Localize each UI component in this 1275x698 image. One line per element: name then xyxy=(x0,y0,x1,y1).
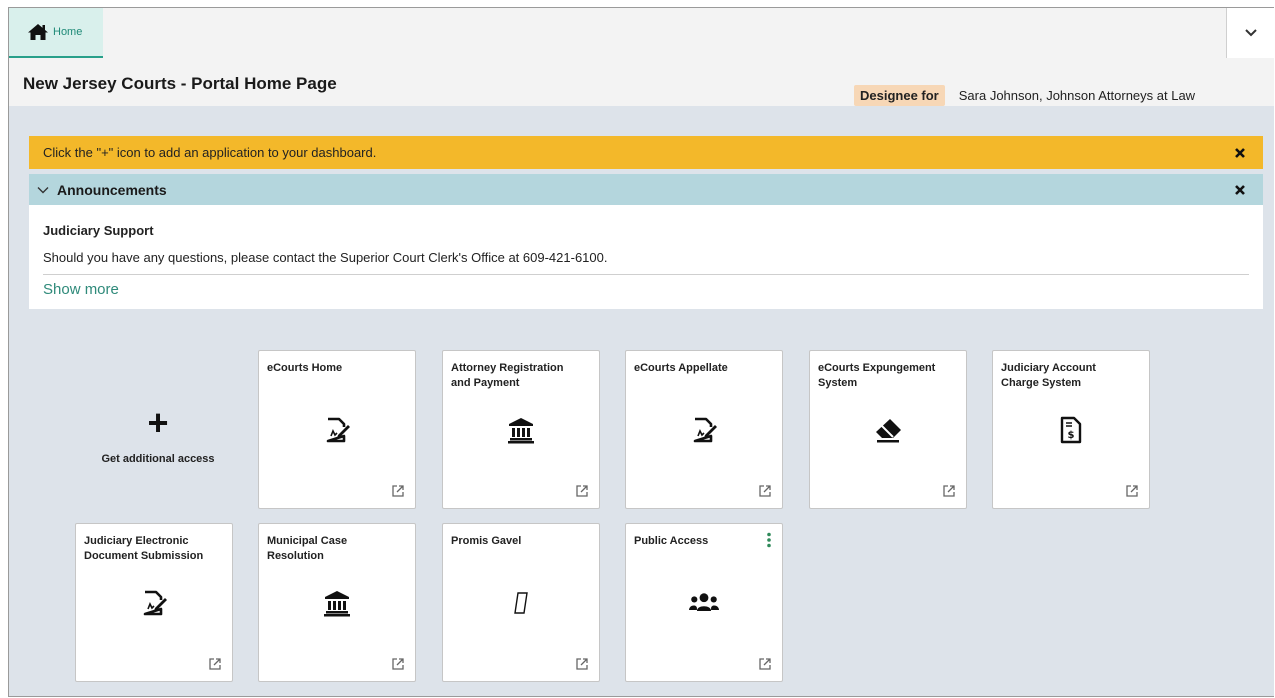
app-tile-promis-gavel[interactable]: Promis Gavel xyxy=(442,523,600,682)
page-title: New Jersey Courts - Portal Home Page xyxy=(23,74,337,93)
designee-badge: Designee for xyxy=(854,85,945,106)
app-tile-attorney-registration[interactable]: Attorney Registration and Payment xyxy=(442,350,600,509)
app-tile-judiciary-electronic-document[interactable]: Judiciary Electronic Document Submission xyxy=(75,523,233,682)
tab-strip: Home xyxy=(9,8,1274,59)
app-tile-public-access[interactable]: Public Access xyxy=(625,523,783,682)
tab-home[interactable]: Home xyxy=(9,8,103,58)
external-link-icon[interactable] xyxy=(575,484,589,498)
users-icon xyxy=(689,588,719,618)
get-additional-access-label: Get additional access xyxy=(101,452,215,465)
app-tile-title: eCourts Expungement System xyxy=(818,362,936,389)
app-tile-municipal-case-resolution[interactable]: Municipal Case Resolution xyxy=(258,523,416,682)
external-link-icon[interactable] xyxy=(208,657,222,671)
info-banner: Click the "+" icon to add an application… xyxy=(29,136,1263,169)
app-tile-ecourts-appellate[interactable]: eCourts Appellate xyxy=(625,350,783,509)
app-tile-title: eCourts Home xyxy=(267,362,343,374)
chevron-down-icon xyxy=(1244,29,1257,37)
chevron-down-icon xyxy=(37,186,49,193)
external-link-icon[interactable] xyxy=(758,657,772,671)
announcements-header[interactable]: Announcements xyxy=(29,174,1263,205)
page-header: New Jersey Courts - Portal Home Page Des… xyxy=(9,59,1274,106)
external-link-icon[interactable] xyxy=(575,657,589,671)
collapse-button[interactable] xyxy=(1226,8,1274,58)
get-additional-access-button[interactable]: + Get additional access xyxy=(78,351,238,508)
document-sign-icon xyxy=(139,588,169,618)
divider xyxy=(43,274,1249,275)
app-tile-ecourts-expungement[interactable]: eCourts Expungement System xyxy=(809,350,967,509)
home-icon xyxy=(28,24,48,40)
app-tile-title: Judiciary Electronic Document Submission xyxy=(84,535,204,562)
app-tile-title: Judiciary Account Charge System xyxy=(1001,362,1096,389)
announcement-title: Judiciary Support xyxy=(43,223,154,238)
show-more-link[interactable]: Show more xyxy=(43,281,119,298)
close-icon[interactable] xyxy=(1233,183,1247,197)
info-banner-text: Click the "+" icon to add an application… xyxy=(43,145,377,160)
svg-text:$: $ xyxy=(1068,430,1075,441)
bank-icon xyxy=(322,588,352,618)
external-link-icon[interactable] xyxy=(391,484,405,498)
external-link-icon[interactable] xyxy=(391,657,405,671)
eraser-icon xyxy=(873,415,903,445)
app-tile-title: Promis Gavel xyxy=(451,535,522,547)
app-tile-title: Municipal Case Resolution xyxy=(267,535,348,562)
external-link-icon[interactable] xyxy=(1125,484,1139,498)
invoice-icon: $ xyxy=(1056,415,1086,445)
portal-window: Home New Jersey Courts - Portal Home Pag… xyxy=(8,7,1274,697)
missing-glyph-icon xyxy=(506,588,536,618)
tab-home-label: Home xyxy=(53,26,83,38)
document-sign-icon xyxy=(322,415,352,445)
plus-icon: + xyxy=(147,401,169,443)
announcements-title: Announcements xyxy=(57,181,167,198)
app-tile-title: Public Access xyxy=(634,535,709,547)
close-icon[interactable] xyxy=(1233,146,1247,160)
announcements-body: Judiciary Support Should you have any qu… xyxy=(29,205,1263,309)
app-tile-ecourts-home[interactable]: eCourts Home xyxy=(258,350,416,509)
designee-info: Designee for Sara Johnson, Johnson Attor… xyxy=(854,85,1195,106)
external-link-icon[interactable] xyxy=(758,484,772,498)
designee-name: Sara Johnson, Johnson Attorneys at Law xyxy=(958,88,1196,103)
app-tile-title: Attorney Registration and Payment xyxy=(451,362,564,389)
announcement-text: Should you have any questions, please co… xyxy=(43,250,608,265)
more-options-icon[interactable] xyxy=(766,532,772,548)
bank-icon xyxy=(506,415,536,445)
app-tile-title: eCourts Appellate xyxy=(634,362,728,374)
external-link-icon[interactable] xyxy=(942,484,956,498)
document-sign-icon xyxy=(689,415,719,445)
app-tile-judiciary-account-charge[interactable]: Judiciary Account Charge System $ xyxy=(992,350,1150,509)
